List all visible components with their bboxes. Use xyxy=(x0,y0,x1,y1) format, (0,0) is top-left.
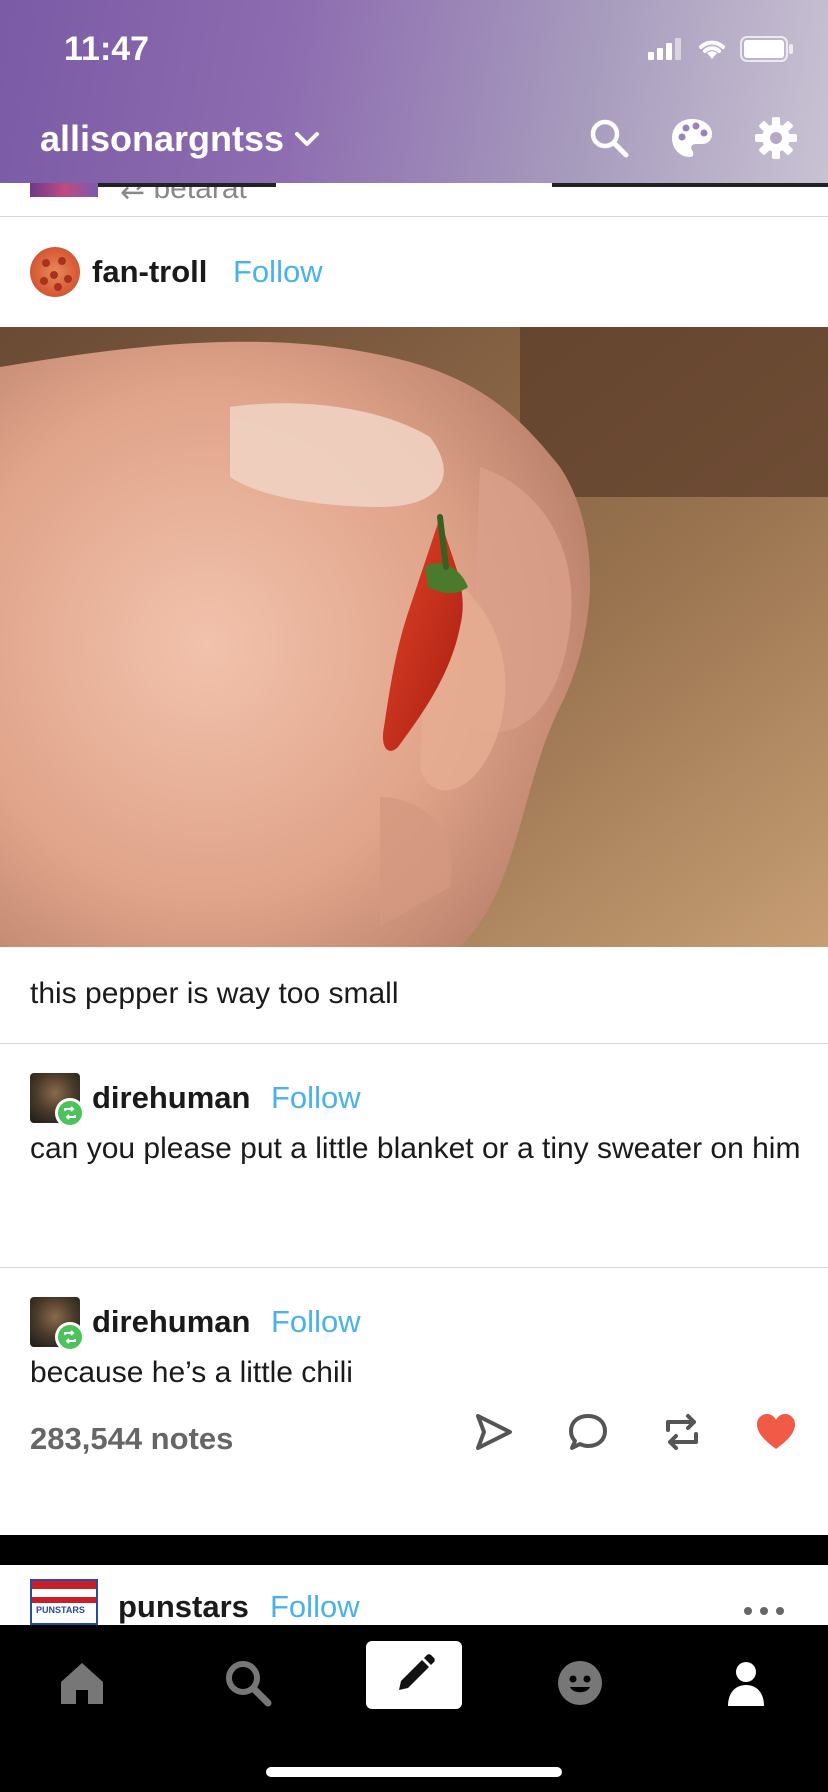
avatar-logo-text: PUNSTARS xyxy=(36,1605,85,1615)
divider xyxy=(98,183,276,187)
tab-home[interactable] xyxy=(42,1643,122,1723)
follow-button[interactable]: Follow xyxy=(270,1589,360,1625)
reblog-header: direhuman Follow xyxy=(0,1292,828,1352)
dashboard-feed[interactable]: ⇄ betarat fan-troll Follow this pepper i… xyxy=(0,183,828,1625)
battery-icon xyxy=(740,36,793,62)
reblogger-username[interactable]: direhuman xyxy=(92,1304,250,1340)
heart-icon[interactable] xyxy=(754,1410,798,1454)
post-header: fan-troll Follow xyxy=(0,242,828,302)
divider xyxy=(0,1043,828,1044)
blog-name: allisonargntss xyxy=(40,118,285,159)
search-icon xyxy=(226,1661,272,1707)
compose-icon xyxy=(399,1654,435,1690)
post-photo[interactable] xyxy=(0,327,828,947)
divider xyxy=(552,183,828,187)
avatar[interactable] xyxy=(30,247,80,297)
previous-post-footer: ⇄ betarat xyxy=(0,183,828,217)
wifi-icon xyxy=(699,40,725,59)
reblog-badge-icon xyxy=(55,1322,85,1352)
post-separator xyxy=(0,1535,828,1565)
reblogger-username[interactable]: direhuman xyxy=(92,1080,250,1116)
reblog-text: can you please put a little blanket or a… xyxy=(30,1132,801,1165)
cellular-signal-icon xyxy=(648,38,681,60)
tab-activity[interactable] xyxy=(540,1643,620,1723)
send-icon[interactable] xyxy=(472,1410,516,1454)
comment-icon[interactable] xyxy=(566,1410,610,1454)
reblog-badge-icon xyxy=(55,1098,85,1128)
avatar[interactable]: PUNSTARS xyxy=(30,1579,98,1625)
reblog-icon[interactable] xyxy=(660,1410,704,1454)
reblog-header: direhuman Follow xyxy=(0,1068,828,1128)
bottom-tab-bar xyxy=(0,1625,828,1792)
more-options-icon[interactable] xyxy=(742,1605,786,1617)
post-author-username[interactable]: fan-troll xyxy=(92,254,207,290)
post-caption: this pepper is way too small xyxy=(30,977,399,1010)
app-header: 11:47 allisonargntss xyxy=(0,0,828,183)
palette-icon[interactable] xyxy=(670,117,714,159)
home-indicator xyxy=(266,1767,562,1777)
search-icon[interactable] xyxy=(588,117,630,159)
chevron-down-icon xyxy=(295,132,320,146)
status-time: 11:47 xyxy=(64,30,150,68)
gear-icon[interactable] xyxy=(754,116,798,160)
status-indicators xyxy=(648,36,794,62)
follow-button[interactable]: Follow xyxy=(233,254,323,290)
reblog-text: because he’s a little chili xyxy=(30,1356,353,1389)
divider xyxy=(0,1267,828,1268)
tab-account[interactable] xyxy=(706,1643,786,1723)
home-icon xyxy=(61,1663,103,1704)
avatar xyxy=(30,183,98,197)
post-actions xyxy=(472,1410,798,1454)
follow-button[interactable]: Follow xyxy=(271,1304,361,1340)
notes-count[interactable]: 283,544 notes xyxy=(30,1421,233,1457)
tab-compose[interactable] xyxy=(366,1641,462,1709)
blog-switcher[interactable]: allisonargntss xyxy=(40,118,320,160)
next-post-username[interactable]: punstars xyxy=(118,1589,249,1625)
follow-button[interactable]: Follow xyxy=(271,1080,361,1116)
tab-search[interactable] xyxy=(208,1643,288,1723)
account-icon xyxy=(728,1662,764,1706)
activity-icon xyxy=(558,1661,602,1705)
